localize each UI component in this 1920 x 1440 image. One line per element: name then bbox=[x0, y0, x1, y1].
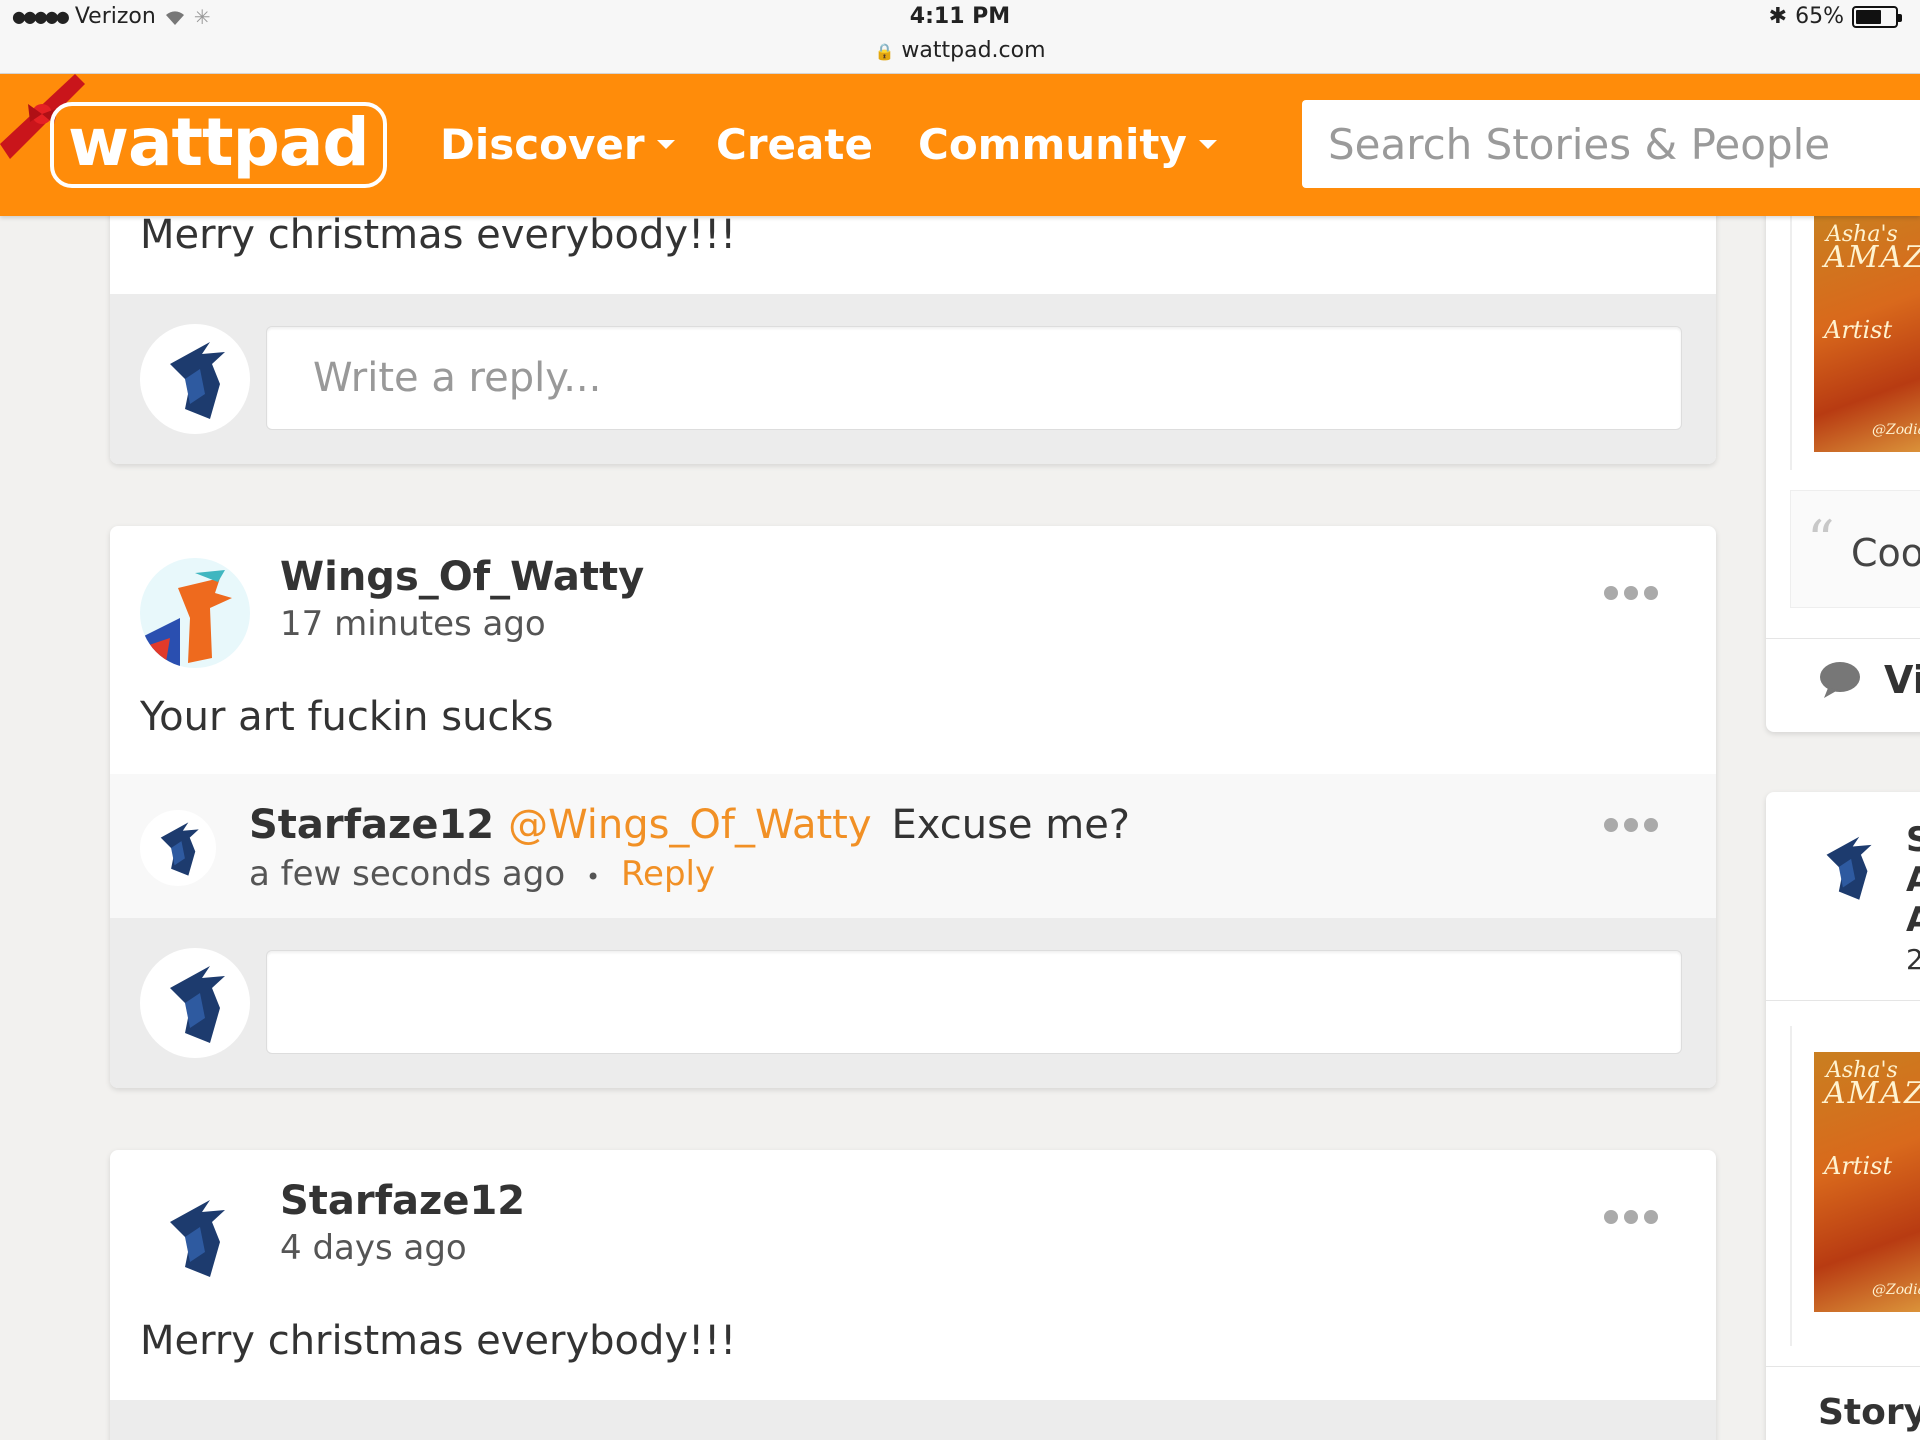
avatar[interactable] bbox=[1802, 822, 1892, 912]
reply-author[interactable]: Starfaze12 bbox=[249, 802, 494, 848]
sidebar-story-card: S A A 2 Asha's AMAZIN Artist @Zodiac Sto… bbox=[1766, 792, 1920, 1440]
divider bbox=[1766, 1366, 1920, 1367]
avatar[interactable] bbox=[140, 1182, 250, 1292]
url-bar[interactable]: 🔒 wattpad.com bbox=[0, 38, 1920, 63]
dragon-avatar-icon bbox=[170, 966, 225, 1043]
post-text: Your art fuckin sucks bbox=[140, 694, 554, 740]
post-card: Starfaze12 4 days ago Merry christmas ev… bbox=[110, 1150, 1716, 1440]
reply-mention[interactable]: @Wings_Of_Watty bbox=[508, 802, 871, 848]
story-cover[interactable]: Asha's AMAZIN Artist @Zodiac bbox=[1814, 1052, 1920, 1312]
avatar[interactable] bbox=[140, 948, 250, 1058]
sidebar-text-line: A bbox=[1906, 860, 1920, 900]
reply-meta: a few seconds ago • Reply bbox=[249, 854, 715, 894]
reply-text: Excuse me? bbox=[891, 802, 1131, 848]
battery-fill bbox=[1856, 9, 1881, 24]
sidebar-story-card: Asha's AMAZIN Artist @Zodiac “ Coo Vie bbox=[1766, 150, 1920, 732]
divider bbox=[1766, 1000, 1920, 1001]
reply-composer bbox=[110, 918, 1716, 1088]
nav-community[interactable]: Community bbox=[918, 120, 1217, 169]
quote-icon: “ bbox=[1807, 509, 1835, 572]
dragon-avatar-icon bbox=[170, 342, 225, 419]
chevron-down-icon bbox=[656, 140, 675, 149]
wattpad-logo[interactable]: wattpad bbox=[50, 102, 387, 188]
site-header: wattpad Discover Create Community bbox=[0, 74, 1920, 216]
dragon-avatar-icon bbox=[140, 570, 232, 668]
avatar[interactable] bbox=[140, 324, 250, 434]
battery-icon bbox=[1852, 5, 1902, 28]
dragon-avatar-icon bbox=[170, 1200, 225, 1277]
search-input[interactable] bbox=[1302, 100, 1920, 188]
reply-link[interactable]: Reply bbox=[621, 854, 715, 894]
sidebar-text-line: A bbox=[1906, 900, 1920, 940]
status-bar: ●●●●● Verizon ✳ 4:11 PM 🔒 wattpad.com ✱ … bbox=[0, 0, 1920, 74]
sidebar-text-line: 2 bbox=[1906, 943, 1920, 976]
battery-percent: 65% bbox=[1795, 4, 1844, 29]
reply-line: Starfaze12 @Wings_Of_Watty Excuse me? bbox=[249, 802, 1130, 848]
avatar[interactable] bbox=[140, 810, 216, 886]
clock: 4:11 PM bbox=[909, 4, 1011, 29]
more-options-icon[interactable] bbox=[1604, 818, 1658, 832]
cover-text: Artist bbox=[1824, 316, 1893, 344]
reply-input[interactable] bbox=[266, 950, 1682, 1054]
nav-discover-label: Discover bbox=[440, 120, 645, 169]
sidebar-text-line: S bbox=[1906, 820, 1920, 860]
cover-text: AMAZIN bbox=[1824, 1076, 1920, 1111]
post-text: Merry christmas everybody!!! bbox=[140, 212, 737, 258]
dragon-avatar-icon bbox=[160, 822, 199, 876]
post-card: Wings_Of_Watty 17 minutes ago Your art f… bbox=[110, 526, 1716, 1088]
reply-time: a few seconds ago bbox=[249, 854, 566, 894]
meta-separator: • bbox=[585, 863, 601, 891]
reply-input[interactable] bbox=[266, 326, 1682, 430]
view-button[interactable]: Vie bbox=[1818, 658, 1920, 702]
cover-text: @Zodiac bbox=[1872, 1282, 1920, 1298]
avatar[interactable] bbox=[140, 558, 250, 668]
quote-text: Coo bbox=[1851, 531, 1920, 575]
cover-text: Artist bbox=[1824, 1152, 1893, 1180]
more-options-icon[interactable] bbox=[1604, 586, 1658, 600]
view-label: Vie bbox=[1884, 658, 1920, 702]
lock-icon: 🔒 bbox=[874, 42, 895, 61]
cover-text: @Zodiac bbox=[1872, 422, 1920, 438]
bluetooth-icon: ✱ bbox=[1768, 4, 1788, 29]
url-text: wattpad.com bbox=[901, 38, 1046, 63]
sidebar-card-text: S A A 2 bbox=[1906, 820, 1920, 980]
chevron-down-icon bbox=[1198, 140, 1217, 149]
status-right: ✱ 65% bbox=[1768, 4, 1902, 29]
story-heading: Story bbox=[1818, 1392, 1920, 1433]
cover-text: AMAZIN bbox=[1824, 240, 1920, 275]
post-author[interactable]: Wings_Of_Watty bbox=[280, 554, 644, 600]
nav-community-label: Community bbox=[918, 120, 1187, 169]
reply-composer bbox=[110, 294, 1716, 464]
nav-create-label: Create bbox=[716, 120, 873, 169]
dragon-avatar-icon bbox=[1826, 836, 1872, 900]
post-text: Merry christmas everybody!!! bbox=[140, 1318, 737, 1364]
more-options-icon[interactable] bbox=[1604, 1210, 1658, 1224]
speech-bubble-icon bbox=[1820, 662, 1860, 698]
nav-discover[interactable]: Discover bbox=[440, 120, 675, 169]
post-author[interactable]: Starfaze12 bbox=[280, 1178, 525, 1224]
reply-item: Starfaze12 @Wings_Of_Watty Excuse me? a … bbox=[110, 774, 1716, 918]
reply-composer bbox=[110, 1400, 1716, 1440]
story-cover[interactable]: Asha's AMAZIN Artist @Zodiac bbox=[1814, 216, 1920, 452]
divider bbox=[1766, 638, 1920, 639]
post-time: 4 days ago bbox=[280, 1228, 467, 1268]
post-time: 17 minutes ago bbox=[280, 604, 546, 644]
quote-box: “ Coo bbox=[1790, 490, 1920, 608]
nav-create[interactable]: Create bbox=[716, 120, 873, 169]
